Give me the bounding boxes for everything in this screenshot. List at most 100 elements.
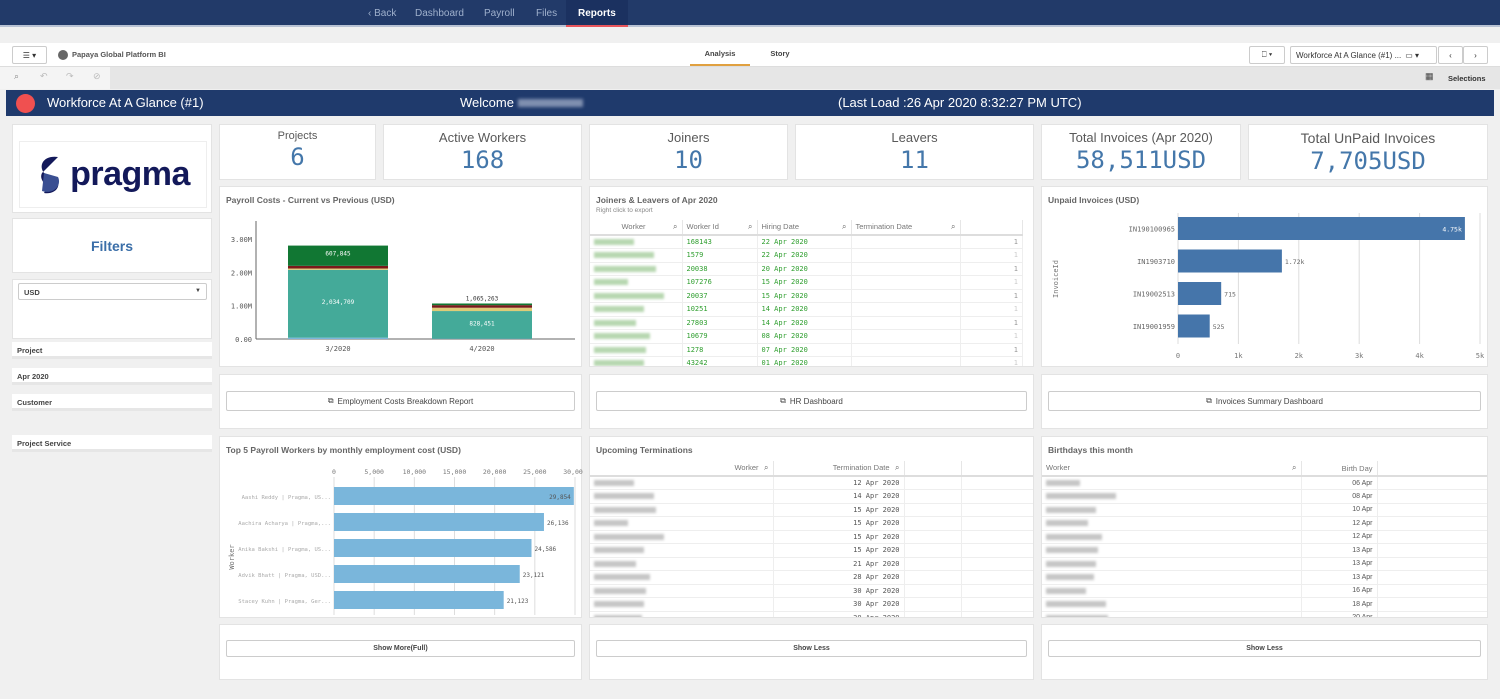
nav-back[interactable]: ‹ Back xyxy=(358,0,406,27)
app-title: Papaya Global Platform BI xyxy=(72,50,166,59)
search-icon: ⌕ xyxy=(764,463,769,472)
step-forward-icon[interactable]: ↷ xyxy=(66,71,74,82)
table-row[interactable]: 10679 08 Apr 2020 1 xyxy=(590,329,1023,344)
col-termination-date[interactable]: Termination Date ⌕ xyxy=(851,220,961,236)
table-row[interactable]: 27803 14 Apr 2020 1 xyxy=(590,316,1023,330)
table-row[interactable]: 28 Apr 2020 xyxy=(590,570,1033,585)
bookmark-button[interactable]: ⎕ ▾ xyxy=(1249,46,1285,64)
table-row[interactable]: 1278 07 Apr 2020 1 xyxy=(590,343,1023,357)
filter-customer[interactable]: Customer xyxy=(12,394,212,411)
redacted-name xyxy=(594,360,644,366)
table-row[interactable]: 30 Apr 2020 xyxy=(590,597,1033,612)
table-row[interactable]: 20038 20 Apr 2020 1 xyxy=(590,262,1023,276)
termination-date: 14 Apr 2020 xyxy=(773,489,905,504)
table-row[interactable]: 18 Apr xyxy=(1042,597,1487,612)
col-hiring-date[interactable]: Hiring Date ⌕ xyxy=(757,220,852,236)
menu-button[interactable]: ☰ ▾ xyxy=(12,46,47,64)
filter-project[interactable]: Project xyxy=(12,342,212,359)
top5-workers-chart: Top 5 Payroll Workers by monthly employm… xyxy=(219,436,583,618)
currency-dropdown[interactable]: USD ▼ xyxy=(18,283,207,300)
table-row[interactable]: 15 Apr 2020 xyxy=(590,503,1033,517)
bar xyxy=(334,513,544,531)
table-row[interactable]: 12 Apr 2020 xyxy=(590,476,1033,490)
col-worker[interactable]: Worker ⌕ xyxy=(590,461,774,477)
employment-costs-report-button[interactable]: ⧉ Employment Costs Breakdown Report xyxy=(226,391,575,411)
nav-files[interactable]: Files xyxy=(526,0,567,27)
filter-project-service[interactable]: Project Service xyxy=(12,435,212,452)
sheet-selector[interactable]: Workforce At A Glance (#1) ... ▭ ▾ xyxy=(1290,46,1437,64)
table-row[interactable]: 13 Apr xyxy=(1042,543,1487,558)
hiring-date: 14 Apr 2020 xyxy=(757,302,852,317)
col-worker[interactable]: Worker ⌕ xyxy=(590,220,683,236)
filter-month[interactable]: Apr 2020 xyxy=(12,368,212,385)
redacted-name xyxy=(1046,520,1088,527)
table-row[interactable]: 12 Apr xyxy=(1042,516,1487,531)
table-row[interactable]: 1579 22 Apr 2020 1 xyxy=(590,248,1023,263)
col-birth-day[interactable]: Birth Day xyxy=(1301,461,1378,477)
table-row[interactable]: 08 Apr xyxy=(1042,489,1487,504)
y-tick-label: 0.00 xyxy=(235,336,252,344)
tab-analysis[interactable]: Analysis xyxy=(690,43,750,66)
prev-sheet-button[interactable]: ‹ xyxy=(1438,46,1463,64)
nav-reports[interactable]: Reports xyxy=(566,0,628,27)
table-row[interactable]: 107276 15 Apr 2020 1 xyxy=(590,275,1023,290)
bookmark-icon: ⎕ ▾ xyxy=(1261,50,1273,59)
col-worker-id[interactable]: Worker Id ⌕ xyxy=(682,220,758,236)
nav-dashboard[interactable]: Dashboard xyxy=(405,0,474,27)
data-label: 26,136 xyxy=(547,520,569,527)
logo-text: pragma xyxy=(70,155,190,193)
redacted-name xyxy=(594,252,654,259)
data-label: 828,451 xyxy=(469,321,495,328)
next-sheet-button[interactable]: › xyxy=(1463,46,1488,64)
worker-id: 20038 xyxy=(682,262,758,276)
redacted-name xyxy=(594,560,636,567)
table-row[interactable]: 14 Apr 2020 xyxy=(590,489,1033,504)
table-row[interactable]: 43242 01 Apr 2020 1 xyxy=(590,356,1023,366)
external-link-icon: ⧉ xyxy=(327,396,334,405)
data-label: 2,034,709 xyxy=(322,299,355,306)
step-back-icon[interactable]: ↶ xyxy=(40,71,48,82)
nav-payroll[interactable]: Payroll xyxy=(474,0,525,27)
bar xyxy=(1178,249,1282,273)
table-row[interactable]: 10251 14 Apr 2020 1 xyxy=(590,302,1023,317)
table-row[interactable]: 15 Apr 2020 xyxy=(590,530,1033,544)
invoices-summary-button[interactable]: ⧉ Invoices Summary Dashboard xyxy=(1048,391,1481,411)
data-label: 21,123 xyxy=(507,598,529,605)
redacted-name xyxy=(1046,480,1080,486)
tab-story[interactable]: Story xyxy=(760,43,800,66)
table-row[interactable]: 13 Apr xyxy=(1042,557,1487,571)
table-row[interactable]: 30 Apr 2020 xyxy=(590,584,1033,598)
table-row[interactable]: 15 Apr 2020 xyxy=(590,516,1033,531)
bar-segment xyxy=(288,268,388,270)
termination-date: 15 Apr 2020 xyxy=(773,516,905,531)
table-row[interactable]: 20037 15 Apr 2020 1 xyxy=(590,289,1023,303)
table-row[interactable]: 10 Apr xyxy=(1042,503,1487,517)
col-termination-date[interactable]: Termination Date ⌕ xyxy=(773,461,905,477)
show-less-button[interactable]: Show Less xyxy=(1048,640,1481,657)
table-row[interactable]: 15 Apr 2020 xyxy=(590,543,1033,558)
smart-search-icon[interactable]: ⌕ xyxy=(14,71,19,82)
show-more-button[interactable]: Show More(Full) xyxy=(226,640,575,657)
kpi-active-workers: Active Workers 168 xyxy=(383,124,582,180)
table-row[interactable]: 21 Apr 2020 xyxy=(590,557,1033,571)
table-row[interactable]: 20 Apr xyxy=(1042,611,1487,617)
table-row[interactable]: 30 Apr 2020 xyxy=(590,611,1033,617)
clear-selections-icon[interactable]: ⊘ xyxy=(93,71,101,82)
hr-dashboard-button[interactable]: ⧉ HR Dashboard xyxy=(596,391,1027,411)
redacted-name xyxy=(594,346,646,353)
table-row[interactable]: 06 Apr xyxy=(1042,476,1487,490)
col-worker[interactable]: Worker ⌕ xyxy=(1042,461,1302,477)
table-row[interactable]: 12 Apr xyxy=(1042,530,1487,544)
count: 1 xyxy=(960,289,1023,303)
show-less-button[interactable]: Show Less xyxy=(596,640,1027,657)
termination-date: 15 Apr 2020 xyxy=(773,503,905,517)
selections-button[interactable]: Selections xyxy=(1448,74,1486,83)
termination-date: 12 Apr 2020 xyxy=(773,476,905,490)
bar xyxy=(1178,282,1222,305)
bar xyxy=(1178,314,1210,338)
table-row[interactable]: 13 Apr xyxy=(1042,570,1487,585)
table-row[interactable]: 168143 22 Apr 2020 1 xyxy=(590,235,1023,249)
x-tick-label: 3k xyxy=(1355,352,1364,360)
y-tick-label: 3.00M xyxy=(231,236,252,244)
table-row[interactable]: 16 Apr xyxy=(1042,584,1487,598)
